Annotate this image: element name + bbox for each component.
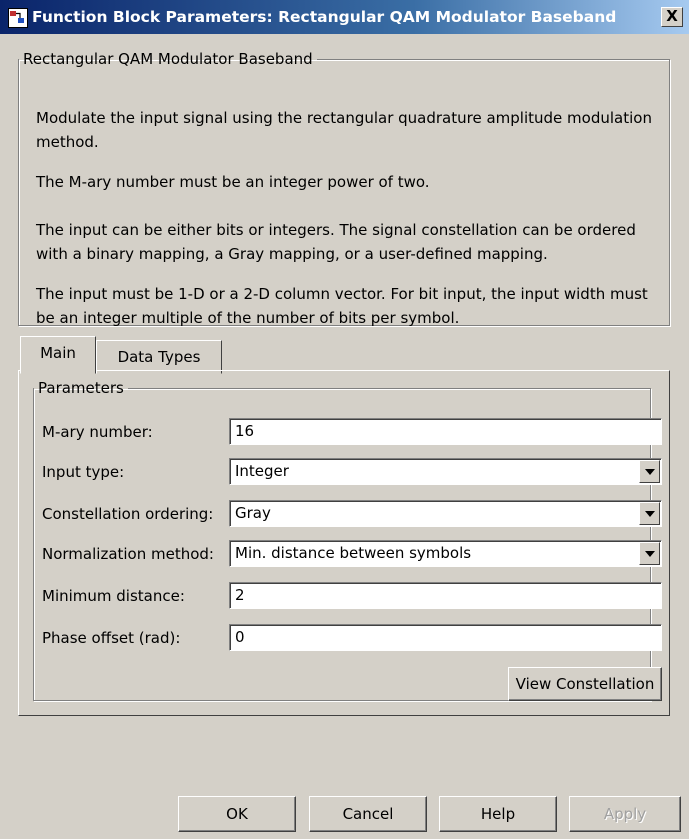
tab-main-label: Main <box>40 344 76 362</box>
tab-data-types[interactable]: Data Types <box>96 340 222 374</box>
mary-number-field[interactable]: 16 <box>229 418 662 445</box>
description-line: The input can be either bits or integers… <box>36 221 636 239</box>
simulink-block-icon <box>8 8 28 28</box>
minimum-distance-label: Minimum distance: <box>42 587 185 605</box>
minimum-distance-field[interactable]: 2 <box>229 582 662 609</box>
cancel-button[interactable]: Cancel <box>309 796 427 832</box>
description-line: The input must be 1-D or a 2-D column ve… <box>36 285 648 303</box>
input-type-select[interactable]: Integer <box>229 458 662 485</box>
phase-offset-label: Phase offset (rad): <box>42 629 181 647</box>
close-button[interactable]: X <box>661 7 683 27</box>
tab-data-types-label: Data Types <box>117 348 201 366</box>
description-group: Rectangular QAM Modulator Baseband Modul… <box>18 50 670 327</box>
main-tab-panel: Parameters M-ary number: 16 Input type: … <box>18 370 670 716</box>
chevron-down-icon[interactable] <box>639 502 660 525</box>
normalization-method-label: Normalization method: <box>42 545 214 563</box>
mary-number-label: M-ary number: <box>42 423 153 441</box>
description-line: be an integer multiple of the number of … <box>36 309 460 327</box>
input-type-label: Input type: <box>42 463 125 481</box>
description-line: The M-ary number must be an integer powe… <box>36 173 430 191</box>
chevron-down-icon[interactable] <box>639 542 660 565</box>
input-type-value: Integer <box>235 462 289 480</box>
description-legend: Rectangular QAM Modulator Baseband <box>23 50 313 68</box>
description-line: Modulate the input signal using the rect… <box>36 109 652 127</box>
normalization-method-value: Min. distance between symbols <box>235 544 472 562</box>
chevron-down-icon[interactable] <box>639 460 660 483</box>
ok-button[interactable]: OK <box>178 796 296 832</box>
normalization-method-select[interactable]: Min. distance between symbols <box>229 540 662 567</box>
description-line: method. <box>36 133 99 151</box>
apply-button[interactable]: Apply <box>569 796 681 832</box>
constellation-ordering-value: Gray <box>235 504 271 522</box>
description-line: with a binary mapping, a Gray mapping, o… <box>36 245 548 263</box>
constellation-ordering-label: Constellation ordering: <box>42 505 214 523</box>
tab-main[interactable]: Main <box>20 336 96 374</box>
phase-offset-field[interactable]: 0 <box>229 624 662 651</box>
view-constellation-button[interactable]: View Constellation <box>508 667 662 701</box>
help-button[interactable]: Help <box>439 796 557 832</box>
constellation-ordering-select[interactable]: Gray <box>229 500 662 527</box>
parameters-legend: Parameters <box>38 379 124 397</box>
title-bar: Function Block Parameters: Rectangular Q… <box>0 0 689 34</box>
window-title: Function Block Parameters: Rectangular Q… <box>32 8 617 26</box>
